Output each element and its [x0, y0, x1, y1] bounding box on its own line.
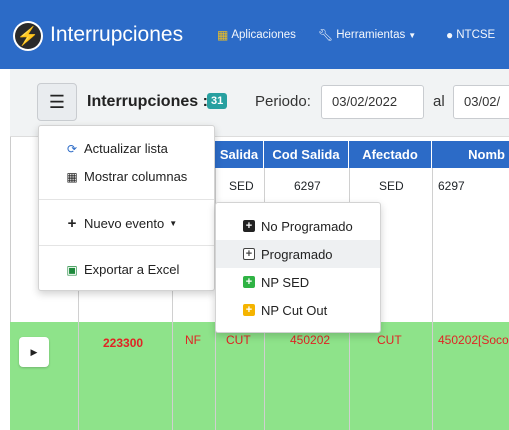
- square-plus-outline-icon: +: [243, 248, 255, 260]
- menu-item-export-excel[interactable]: ▣ Exportar a Excel: [65, 262, 179, 277]
- col-header-nombre[interactable]: Nomb: [432, 141, 509, 168]
- app-title: Interrupciones: [50, 23, 184, 46]
- al-label: al: [433, 93, 445, 110]
- menu-item-refresh[interactable]: ⟳ Actualizar lista: [65, 141, 168, 156]
- period-label: Periodo:: [255, 93, 311, 110]
- menu-item-new-event[interactable]: + Nuevo evento ▼: [65, 215, 178, 232]
- caret-down-icon: ▼: [169, 219, 178, 228]
- square-plus-green-icon: +: [243, 276, 255, 288]
- row2-id: 223300: [103, 336, 144, 350]
- expand-row-button[interactable]: ▶: [19, 337, 49, 367]
- users-icon: ●: [446, 28, 454, 42]
- col-header-cod-salida[interactable]: Cod Salida: [264, 141, 349, 168]
- menu-divider: [39, 245, 214, 246]
- row2-tipo: NF: [185, 333, 201, 347]
- table-icon: ▦: [66, 169, 78, 184]
- square-plus-dark-icon: +: [243, 220, 255, 232]
- submenu-item-programado[interactable]: + Programado: [216, 240, 380, 268]
- top-navbar: ⚡ Interrupciones ▦ Aplicaciones 🔧︎ Herra…: [0, 0, 509, 69]
- date-to-input[interactable]: 03/02/: [453, 85, 509, 119]
- row2-salida: CUT: [226, 333, 251, 347]
- excel-file-icon: ▣: [66, 262, 78, 277]
- col-header-afectado[interactable]: Afectado: [349, 141, 432, 168]
- submenu-item-np-cut-out[interactable]: + NP Cut Out: [216, 296, 380, 324]
- row1-afectado: SED: [379, 179, 404, 193]
- nav-ntcse[interactable]: ● NTCSE: [446, 28, 495, 42]
- row1-nombre: 6297: [438, 179, 465, 193]
- row2-cod-salida: 450202: [290, 333, 331, 347]
- grid-icon: ▦: [217, 28, 229, 42]
- list-title: Interrupciones :: [87, 93, 208, 110]
- menu-item-show-columns[interactable]: ▦ Mostrar columnas: [65, 169, 187, 184]
- nav-aplicaciones[interactable]: ▦ Aplicaciones: [217, 28, 296, 42]
- count-badge: 31: [207, 93, 228, 109]
- square-plus-yellow-icon: +: [243, 304, 255, 316]
- row1-salida: SED: [229, 179, 254, 193]
- submenu-item-no-programado[interactable]: + No Programado: [216, 212, 380, 240]
- refresh-icon: ⟳: [66, 141, 78, 156]
- menu-divider: [39, 199, 214, 200]
- col-header-salida[interactable]: Salida: [215, 141, 264, 168]
- hamburger-icon: ☰: [48, 91, 66, 112]
- caret-right-icon: ▶: [30, 346, 38, 357]
- table-row[interactable]: [10, 322, 509, 430]
- nav-herramientas[interactable]: 🔧︎ Herramientas ▼: [318, 28, 416, 42]
- new-event-submenu: + No Programado + Programado + NP SED + …: [215, 202, 381, 333]
- plus-icon: +: [67, 215, 77, 232]
- caret-down-icon: ▼: [408, 30, 417, 40]
- wrench-icon: 🔧︎: [318, 28, 334, 42]
- row2-nombre: 450202[Soco: [438, 333, 509, 347]
- date-from-input[interactable]: 03/02/2022: [321, 85, 424, 119]
- menu-toggle-button[interactable]: ☰: [37, 83, 77, 121]
- options-dropdown-menu: ⟳ Actualizar lista ▦ Mostrar columnas + …: [38, 125, 215, 291]
- submenu-item-np-sed[interactable]: + NP SED: [216, 268, 380, 296]
- lightning-logo-icon: ⚡: [13, 21, 43, 51]
- row2-afectado: CUT: [377, 333, 402, 347]
- row1-cod-salida: 6297: [294, 179, 321, 193]
